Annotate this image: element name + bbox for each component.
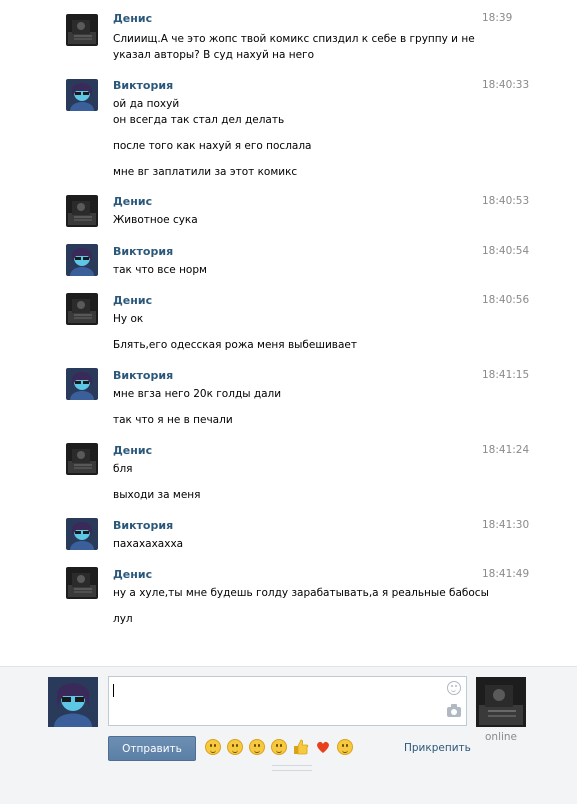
message-text: пахахахахха [113, 538, 184, 550]
message-time[interactable]: 18:40:56 [482, 294, 529, 306]
message-history[interactable]: Денис 18:39 Слииищ.А че это жопс твой ко… [0, 0, 577, 666]
message-text: мне вгза него 20к голды дали [113, 388, 282, 400]
grin-emoji[interactable] [227, 739, 243, 755]
message-text: Животное сука [113, 214, 198, 226]
message-time[interactable]: 18:41:30 [482, 519, 529, 531]
online-status: online [484, 731, 518, 743]
message-text: выходи за меня [113, 489, 201, 501]
avatar-viktoria[interactable] [66, 79, 98, 111]
message-author[interactable]: Денис [113, 12, 152, 25]
message-time[interactable]: 18:40:53 [482, 195, 529, 207]
message-author[interactable]: Виктория [113, 79, 173, 92]
message-text: бля [113, 463, 133, 475]
relieved-emoji[interactable] [271, 739, 287, 755]
avatar-viktoria[interactable] [66, 518, 98, 550]
avatar-denis[interactable] [66, 443, 98, 475]
message-text: так что я не в печали [113, 414, 233, 426]
message-time[interactable]: 18:39 [482, 12, 512, 24]
message-time[interactable]: 18:41:49 [482, 568, 529, 580]
message-text: лул [113, 613, 133, 625]
message-author[interactable]: Виктория [113, 519, 173, 532]
message-time[interactable]: 18:41:15 [482, 369, 529, 381]
avatar-denis[interactable] [66, 14, 98, 46]
message-author[interactable]: Денис [113, 294, 152, 307]
message-text: так что все норм [113, 264, 207, 276]
text-caret [113, 684, 114, 697]
message-author[interactable]: Виктория [113, 369, 173, 382]
smile-icon[interactable] [447, 681, 461, 695]
message-text: Слииищ.А че это жопс твой комикс спиздил… [113, 33, 475, 45]
avatar-viktoria[interactable] [66, 244, 98, 276]
message-input[interactable] [108, 676, 467, 726]
wink-tongue-emoji[interactable] [249, 739, 265, 755]
avatar-denis[interactable] [66, 293, 98, 325]
message-text: он всегда так стал дел делать [113, 114, 285, 126]
message-author[interactable]: Денис [113, 568, 152, 581]
attach-link[interactable]: Прикрепить [404, 742, 471, 754]
message-text: мне вг заплатили за этот комикс [113, 166, 298, 178]
my-avatar[interactable] [48, 677, 98, 727]
avatar-viktoria[interactable] [66, 368, 98, 400]
resize-handle[interactable] [272, 765, 312, 771]
send-button[interactable]: Отправить [108, 736, 196, 761]
message-author[interactable]: Виктория [113, 245, 173, 258]
camera-icon[interactable] [447, 704, 461, 717]
message-author[interactable]: Денис [113, 444, 152, 457]
message-text: указал авторы? В суд нахуй на него [113, 49, 315, 61]
avatar-denis[interactable] [66, 567, 98, 599]
kiss-emoji[interactable] [337, 739, 353, 755]
message-text: Ну ок [113, 313, 144, 325]
message-text: ну а хуле,ты мне будешь голду зарабатыва… [113, 587, 489, 599]
message-text: после того как нахуй я его послала [113, 140, 312, 152]
message-author[interactable]: Денис [113, 195, 152, 208]
heart-emoji[interactable] [315, 739, 331, 755]
message-time[interactable]: 18:41:24 [482, 444, 529, 456]
peer-avatar[interactable] [476, 677, 526, 727]
composer-bar: online Отправить Прикрепить [0, 666, 577, 804]
thumbs-up-emoji[interactable] [293, 739, 309, 755]
message-time[interactable]: 18:40:33 [482, 79, 529, 91]
message-text: ой да похуй [113, 98, 180, 110]
message-time[interactable]: 18:40:54 [482, 245, 529, 257]
tired-face-emoji[interactable] [205, 739, 221, 755]
message-text: Блять,его одесская рожа меня выбешивает [113, 339, 357, 351]
avatar-denis[interactable] [66, 195, 98, 227]
